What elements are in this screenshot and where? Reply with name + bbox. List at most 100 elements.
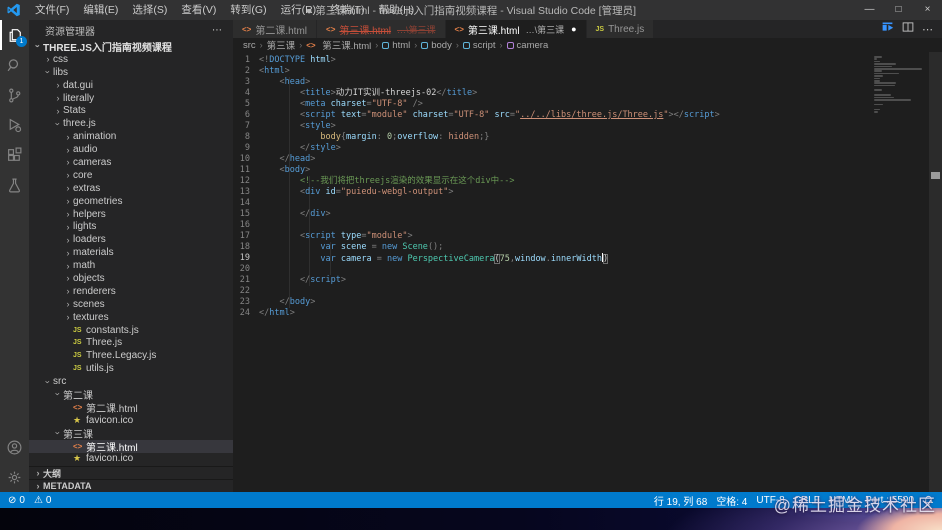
- code-line[interactable]: 10 </head>: [233, 154, 929, 165]
- maximize-button[interactable]: □: [884, 0, 913, 20]
- tree-item[interactable]: <> 第二课.html: [29, 401, 233, 415]
- tree-item[interactable]: › dat.gui: [29, 79, 233, 92]
- menu-item-0[interactable]: 文件(F): [28, 0, 76, 20]
- more-actions-button[interactable]: ⋯: [922, 23, 934, 36]
- code-line[interactable]: 2 <html>: [233, 66, 929, 77]
- explorer-more-actions[interactable]: ⋯: [212, 25, 223, 36]
- code-editor[interactable]: 1 <!DOCTYPE html> 2 <html> 3 <head> 4 <title>…: [233, 52, 929, 492]
- close-button[interactable]: ×: [913, 0, 942, 20]
- status-item-4[interactable]: HTML: [829, 495, 856, 506]
- tab-2[interactable]: <> 第三课.html …\第三课 ●: [445, 20, 587, 38]
- tree-item[interactable]: › loaders: [29, 233, 233, 246]
- breadcrumb-item-camera[interactable]: camera: [506, 40, 548, 51]
- tree-item[interactable]: › libs: [29, 66, 233, 79]
- status-item-2[interactable]: UTF-8: [756, 495, 784, 506]
- tree-item[interactable]: › three.js: [29, 117, 233, 130]
- tree-item[interactable]: › objects: [29, 272, 233, 285]
- scrollbar[interactable]: [929, 52, 942, 492]
- code-line[interactable]: 17 <script type="module">: [233, 231, 929, 242]
- code-line[interactable]: 8 body{margin: 0;overflow: hidden;}: [233, 132, 929, 143]
- code-line[interactable]: 24 </html>: [233, 308, 929, 319]
- tree-item[interactable]: › geometries: [29, 195, 233, 208]
- tree-item[interactable]: › literally: [29, 92, 233, 105]
- tree-item[interactable]: › textures: [29, 311, 233, 324]
- minimize-button[interactable]: —: [855, 0, 884, 20]
- menu-item-4[interactable]: 转到(G): [223, 0, 273, 20]
- tree-item[interactable]: JS Three.js: [29, 336, 233, 349]
- breadcrumb-item-html[interactable]: html: [382, 40, 410, 51]
- run-debug-icon[interactable]: [0, 110, 29, 140]
- minimap[interactable]: [874, 56, 926, 113]
- code-line[interactable]: 16: [233, 220, 929, 231]
- tree-item[interactable]: › math: [29, 259, 233, 272]
- tree-item[interactable]: › helpers: [29, 208, 233, 221]
- warnings-status[interactable]: ⚠ 0: [34, 495, 52, 506]
- breadcrumb-item-body[interactable]: body: [421, 40, 452, 51]
- code-line[interactable]: 4 <title>动力IT实训-threejs-02</title>: [233, 88, 929, 99]
- tree-item[interactable]: ★ favicon.ico: [29, 414, 233, 427]
- tree-item[interactable]: <> 第三课.html: [29, 439, 233, 454]
- tree-item[interactable]: JS constants.js: [29, 324, 233, 337]
- code-line[interactable]: 3 <head>: [233, 77, 929, 88]
- tree-item[interactable]: › Stats: [29, 104, 233, 117]
- code-line[interactable]: 22: [233, 286, 929, 297]
- status-item-5[interactable]: Port : 5500: [865, 495, 914, 506]
- status-item-3[interactable]: CRLF: [794, 495, 820, 506]
- code-line[interactable]: 20: [233, 264, 929, 275]
- menu-item-1[interactable]: 编辑(E): [76, 0, 125, 20]
- breadcrumb-item-src[interactable]: src: [243, 40, 256, 51]
- tree-item[interactable]: › extras: [29, 182, 233, 195]
- testing-icon[interactable]: [0, 170, 29, 200]
- search-icon[interactable]: [0, 50, 29, 80]
- code-line[interactable]: 1 <!DOCTYPE html>: [233, 55, 929, 66]
- tree-item[interactable]: › core: [29, 169, 233, 182]
- menu-item-3[interactable]: 查看(V): [174, 0, 223, 20]
- code-line[interactable]: 9 </style>: [233, 143, 929, 154]
- split-editor-button[interactable]: [902, 20, 914, 38]
- errors-status[interactable]: ⊘ 0: [8, 495, 25, 506]
- run-in-browser-button[interactable]: [881, 20, 894, 38]
- sidebar-section-1[interactable]: › METADATA: [29, 479, 233, 492]
- source-control-icon[interactable]: [0, 80, 29, 110]
- tree-item[interactable]: › lights: [29, 220, 233, 233]
- tree-item[interactable]: › css: [29, 53, 233, 66]
- notifications-bell-icon[interactable]: [923, 495, 934, 506]
- tree-item[interactable]: › materials: [29, 246, 233, 259]
- code-line[interactable]: 11 <body>: [233, 165, 929, 176]
- settings-gear-icon[interactable]: [0, 462, 29, 492]
- tab-0[interactable]: <> 第二课.html: [233, 20, 318, 38]
- tree-item[interactable]: › audio: [29, 143, 233, 156]
- tab-3[interactable]: JS Three.js: [586, 20, 655, 38]
- tab-1[interactable]: <> 第三课.html …\第三课: [317, 20, 446, 38]
- code-line[interactable]: 7 <style>: [233, 121, 929, 132]
- breadcrumb-item-第三课[interactable]: 第三课: [267, 38, 296, 52]
- tree-item[interactable]: › animation: [29, 130, 233, 143]
- status-item-1[interactable]: 空格: 4: [716, 493, 747, 508]
- tree-item[interactable]: › cameras: [29, 156, 233, 169]
- status-item-0[interactable]: 行 19, 列 68: [654, 493, 707, 508]
- code-line[interactable]: 23 </body>: [233, 297, 929, 308]
- breadcrumb-item-script[interactable]: script: [462, 40, 496, 51]
- code-line[interactable]: 13 <div id="puiedu-webgl-output">: [233, 187, 929, 198]
- code-line[interactable]: 18 var scene = new Scene();: [233, 242, 929, 253]
- tree-item[interactable]: JS Three.Legacy.js: [29, 349, 233, 362]
- tree-item[interactable]: › THREE.JS入门指南视频课程: [29, 40, 233, 54]
- menu-item-2[interactable]: 选择(S): [125, 0, 174, 20]
- tree-item[interactable]: › renderers: [29, 285, 233, 298]
- code-line[interactable]: 15 </div>: [233, 209, 929, 220]
- code-line[interactable]: 12 <!--我们将把threejs渲染的效果显示在这个div中-->: [233, 176, 929, 187]
- tree-item[interactable]: JS utils.js: [29, 362, 233, 375]
- tree-item[interactable]: ★ favicon.ico: [29, 453, 233, 466]
- code-line[interactable]: 14: [233, 198, 929, 209]
- sidebar-section-0[interactable]: › 大纲: [29, 466, 233, 479]
- breadcrumb-item-第三课.html[interactable]: <> 第三课.html: [306, 38, 371, 53]
- tree-item[interactable]: › scenes: [29, 298, 233, 311]
- account-icon[interactable]: [0, 432, 29, 462]
- code-line[interactable]: 6 <script text="module" charset="UTF-8" …: [233, 110, 929, 121]
- extensions-icon[interactable]: [0, 140, 29, 170]
- tree-item[interactable]: › src: [29, 375, 233, 388]
- code-line[interactable]: 21 </script>: [233, 275, 929, 286]
- explorer-icon[interactable]: 1: [0, 20, 29, 50]
- code-line[interactable]: 5 <meta charset="UTF-8" />: [233, 99, 929, 110]
- code-line[interactable]: 19 var camera = new PerspectiveCamera(75…: [233, 253, 929, 264]
